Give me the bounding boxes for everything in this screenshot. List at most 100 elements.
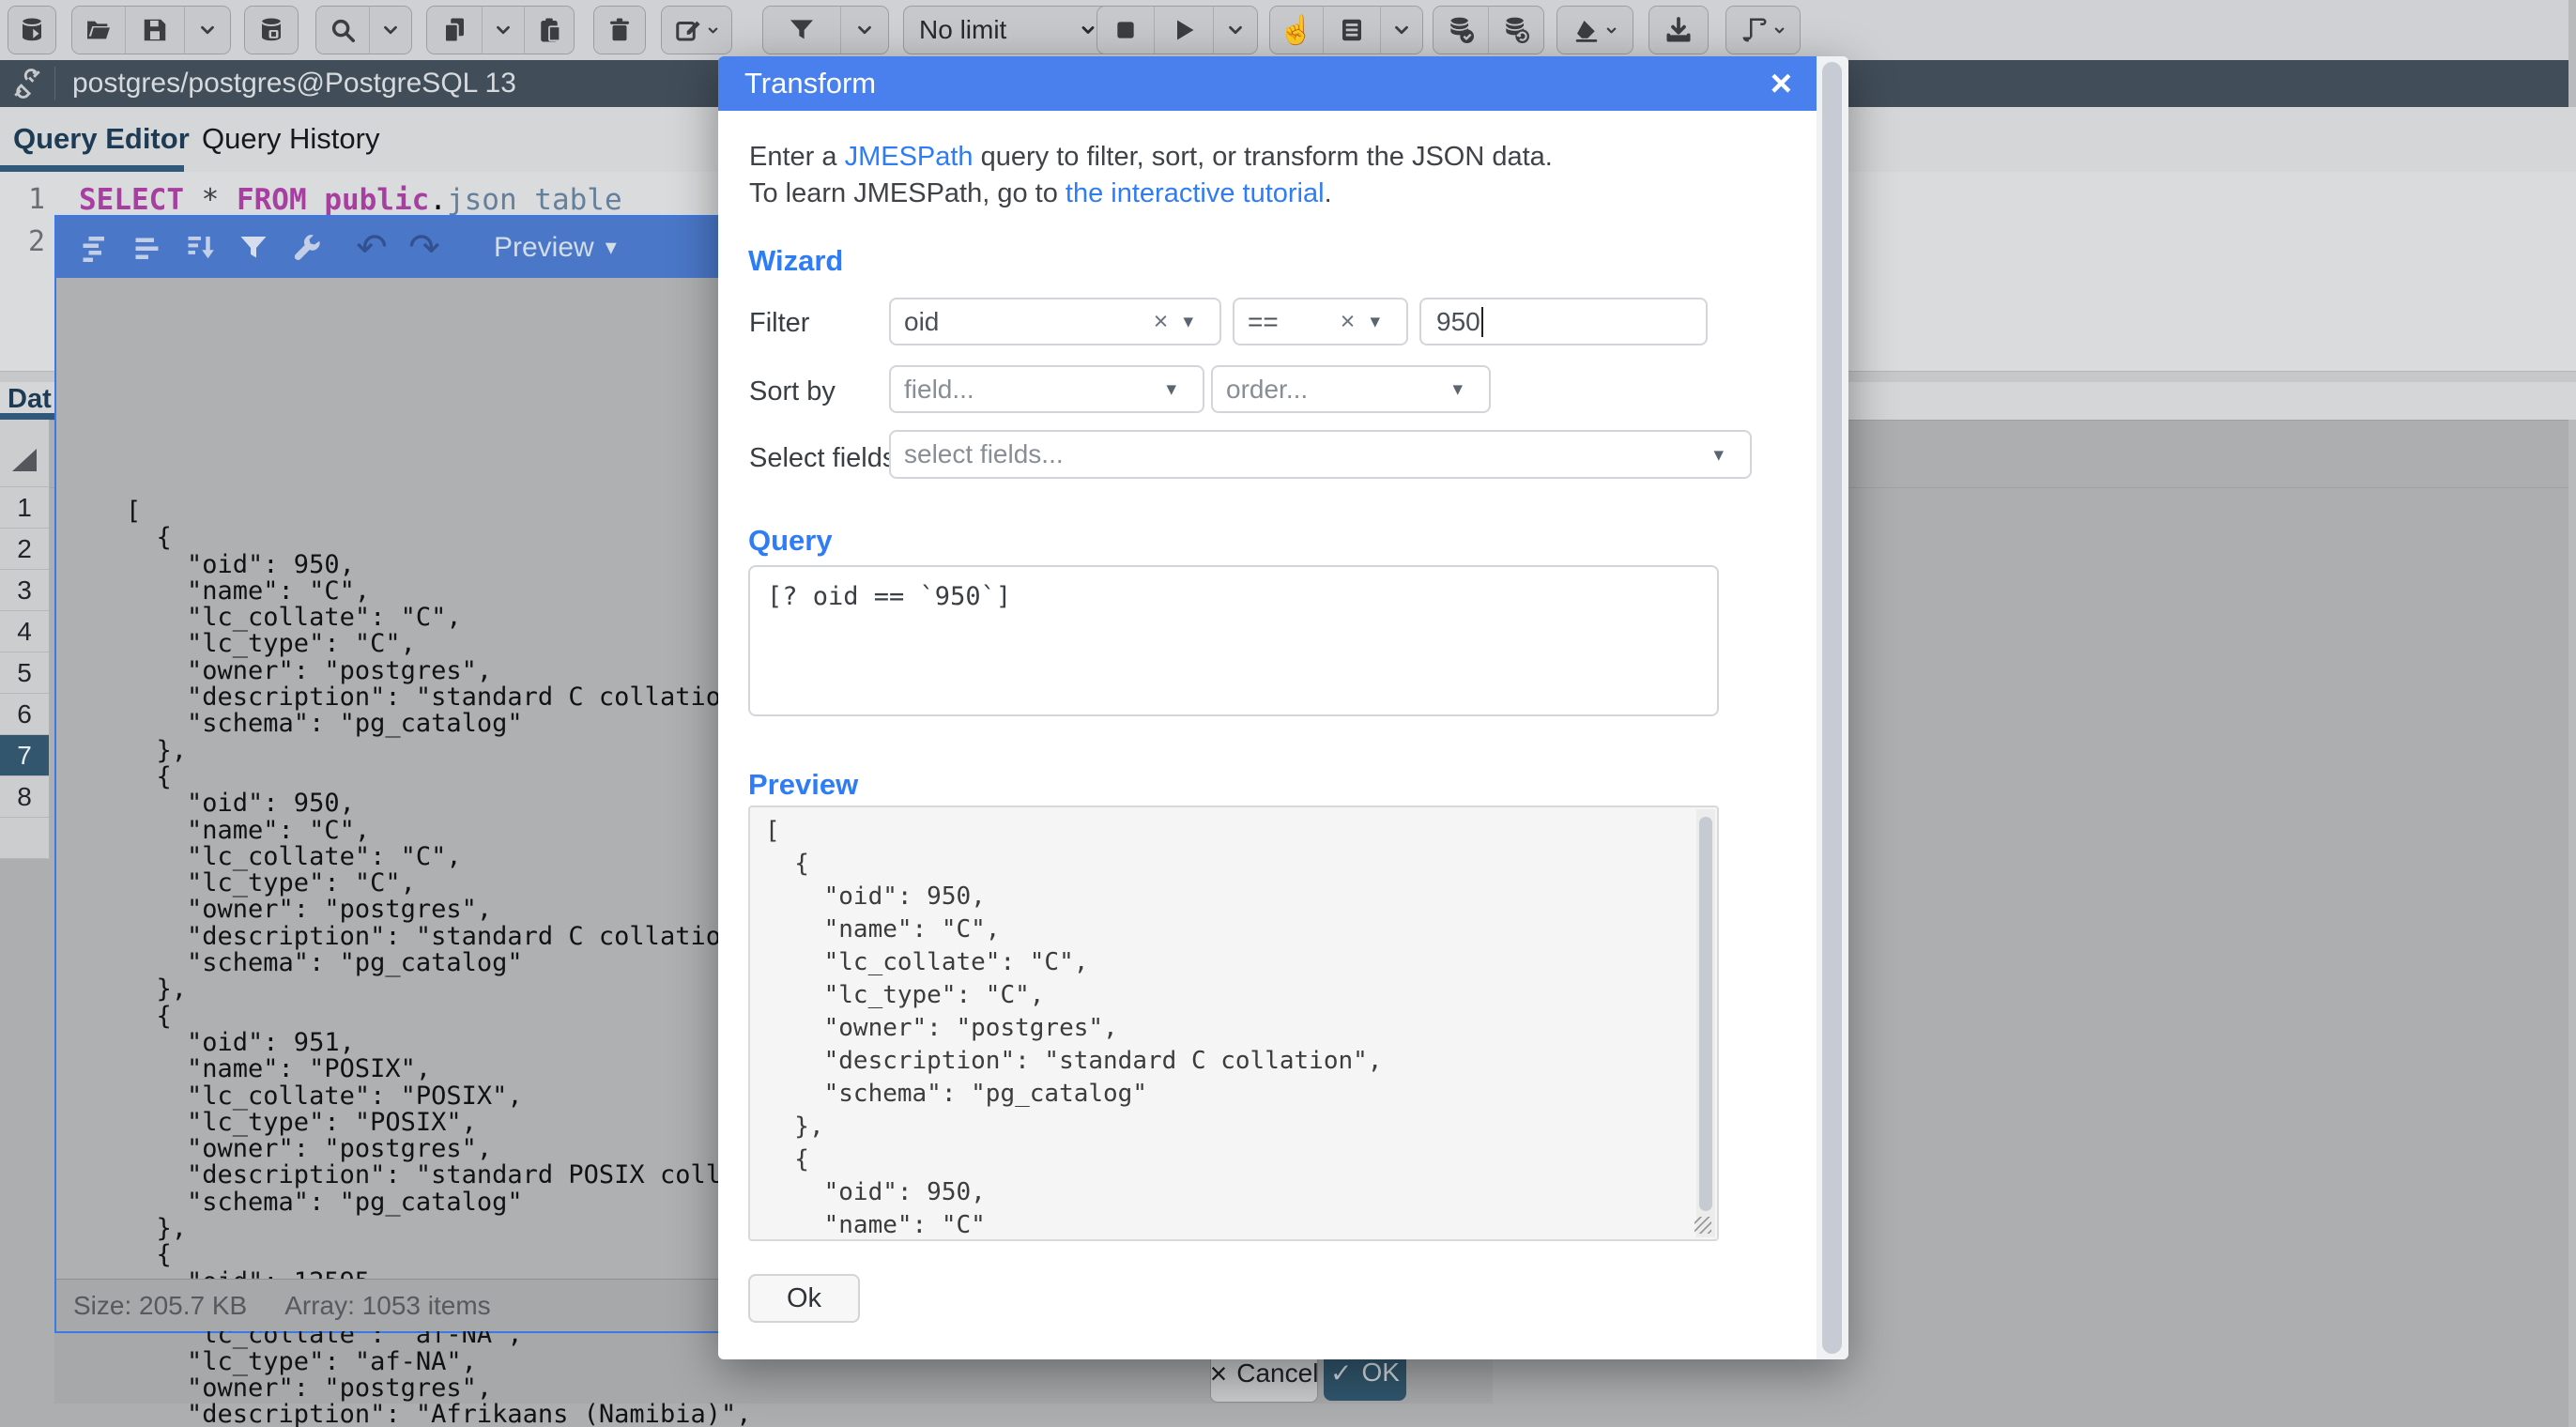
- save-button[interactable]: [126, 7, 185, 54]
- row-header[interactable]: 4: [0, 611, 50, 652]
- download-button[interactable]: [1649, 7, 1708, 54]
- resize-grip-icon[interactable]: [1694, 1217, 1711, 1234]
- filter-options-button[interactable]: [841, 7, 888, 54]
- play-icon: [1171, 17, 1197, 43]
- tab-data-output[interactable]: Dat: [8, 384, 52, 415]
- repair-wrench-button[interactable]: [280, 227, 332, 269]
- chevron-down-icon: [1225, 20, 1246, 40]
- sort-order-dropdown[interactable]: order... ▾: [1211, 365, 1491, 413]
- preview-scrollbar[interactable]: [1696, 809, 1715, 1237]
- caret-down-icon[interactable]: ▾: [1452, 377, 1463, 401]
- execute-options-button[interactable]: [1214, 7, 1257, 54]
- caret-down-icon[interactable]: ▾: [1370, 310, 1380, 333]
- row-header-empty: [0, 818, 50, 859]
- rollback-db-icon: [1501, 15, 1531, 45]
- dialog-scrollbar[interactable]: [1817, 56, 1848, 1359]
- edit-data-db-icon: [257, 16, 285, 44]
- check-icon: ✓: [1330, 1358, 1352, 1389]
- execute-button[interactable]: [1155, 7, 1214, 54]
- select-all-cell[interactable]: [0, 420, 50, 487]
- clear-icon[interactable]: ×: [1341, 307, 1356, 336]
- dialog-header: Transform ×: [718, 56, 1817, 111]
- jmespath-link[interactable]: JMESPath: [845, 142, 974, 172]
- filter-label: Filter: [749, 308, 809, 339]
- find-options-button[interactable]: [370, 7, 411, 54]
- redo-button[interactable]: ↷: [398, 227, 451, 269]
- row-header[interactable]: 6: [0, 694, 50, 735]
- caret-down-icon[interactable]: ▾: [1713, 443, 1724, 467]
- undo-button[interactable]: ↶: [345, 227, 398, 269]
- tab-query-editor[interactable]: Query Editor: [13, 122, 190, 156]
- filter-icon: [787, 15, 817, 45]
- connection-status-icon[interactable]: [0, 68, 54, 100]
- macro-db-button[interactable]: [8, 7, 55, 54]
- sort-field-dropdown[interactable]: field... ▾: [889, 365, 1204, 413]
- row-header[interactable]: 2: [0, 529, 50, 570]
- macro-menu-button[interactable]: [1726, 7, 1800, 54]
- explain-options-button[interactable]: [1381, 7, 1422, 54]
- sort-by-label: Sort by: [749, 376, 836, 407]
- commit-db-icon: [1446, 15, 1476, 45]
- filter-operator-combobox[interactable]: == × ▾: [1233, 298, 1408, 345]
- sort-json-button[interactable]: [175, 227, 227, 269]
- wizard-heading: Wizard: [748, 244, 843, 278]
- dialog-ok-button[interactable]: Ok: [748, 1274, 860, 1323]
- select-fields-label: Select fields: [749, 443, 896, 474]
- tab-query-history[interactable]: Query History: [202, 122, 379, 156]
- paste-icon: [535, 16, 563, 44]
- copy-button[interactable]: [427, 7, 483, 54]
- json-array-count: Array: 1053 items: [284, 1291, 490, 1321]
- preview-scrollbar-thumb[interactable]: [1699, 817, 1712, 1211]
- query-textarea[interactable]: [? oid == `950`]: [748, 565, 1719, 716]
- chevron-down-icon: [854, 20, 875, 40]
- chevron-down-icon: [1772, 23, 1786, 38]
- filter-field-combobox[interactable]: oid × ▾: [889, 298, 1221, 345]
- copy-options-button[interactable]: [483, 7, 525, 54]
- save-options-button[interactable]: [185, 7, 230, 54]
- filter-value-input[interactable]: 950: [1419, 298, 1708, 345]
- chevron-down-icon: [1604, 23, 1618, 38]
- dialog-intro: Enter a JMESPath query to filter, sort, …: [749, 139, 1553, 212]
- stop-button[interactable]: [1097, 7, 1155, 54]
- caret-down-icon[interactable]: ▾: [1183, 310, 1193, 333]
- transform-filter-button[interactable]: [227, 227, 280, 269]
- preview-heading: Preview: [748, 768, 858, 802]
- chevron-down-icon: [706, 23, 720, 38]
- explain-button[interactable]: ☝: [1270, 7, 1324, 54]
- row-header[interactable]: 5: [0, 652, 50, 694]
- explain-analyze-button[interactable]: [1324, 7, 1381, 54]
- select-fields-dropdown[interactable]: select fields... ▾: [889, 430, 1752, 479]
- line-number: 1: [0, 183, 45, 216]
- row-header[interactable]: 1: [0, 487, 50, 529]
- preview-box: [ { "oid": 950, "name": "C", "lc_collate…: [748, 806, 1719, 1241]
- paste-button[interactable]: [525, 7, 574, 54]
- row-header[interactable]: 8: [0, 776, 50, 818]
- tutorial-link[interactable]: the interactive tutorial: [1066, 178, 1325, 208]
- commit-button[interactable]: [1434, 7, 1489, 54]
- row-limit-select[interactable]: No limit: [903, 6, 1113, 54]
- chevron-down-icon: [1391, 20, 1412, 40]
- format-json-button[interactable]: [69, 227, 122, 269]
- delete-button[interactable]: [594, 7, 645, 54]
- dialog-title: Transform: [744, 67, 876, 100]
- sql-schema: public: [324, 183, 429, 217]
- close-icon: ×: [1210, 1357, 1228, 1391]
- clear-button[interactable]: [1557, 7, 1633, 54]
- caret-down-icon[interactable]: ▾: [1166, 377, 1176, 401]
- close-icon[interactable]: ×: [1746, 65, 1817, 102]
- edit-data-button[interactable]: [245, 7, 298, 54]
- macro-db-icon: [18, 16, 46, 44]
- rollback-button[interactable]: [1489, 7, 1543, 54]
- edit-menu-button[interactable]: [662, 7, 731, 54]
- open-file-button[interactable]: [72, 7, 126, 54]
- chevron-down-icon: [493, 20, 514, 40]
- find-button[interactable]: [316, 7, 370, 54]
- row-limit-value: No limit: [919, 15, 1006, 45]
- compact-json-button[interactable]: [122, 227, 175, 269]
- clear-icon[interactable]: ×: [1154, 307, 1169, 336]
- row-header-selected[interactable]: 7: [0, 735, 50, 776]
- mode-dropdown[interactable]: Preview▾: [494, 232, 617, 264]
- row-header[interactable]: 3: [0, 570, 50, 611]
- dialog-scrollbar-thumb[interactable]: [1822, 62, 1842, 1354]
- filter-button[interactable]: [763, 7, 841, 54]
